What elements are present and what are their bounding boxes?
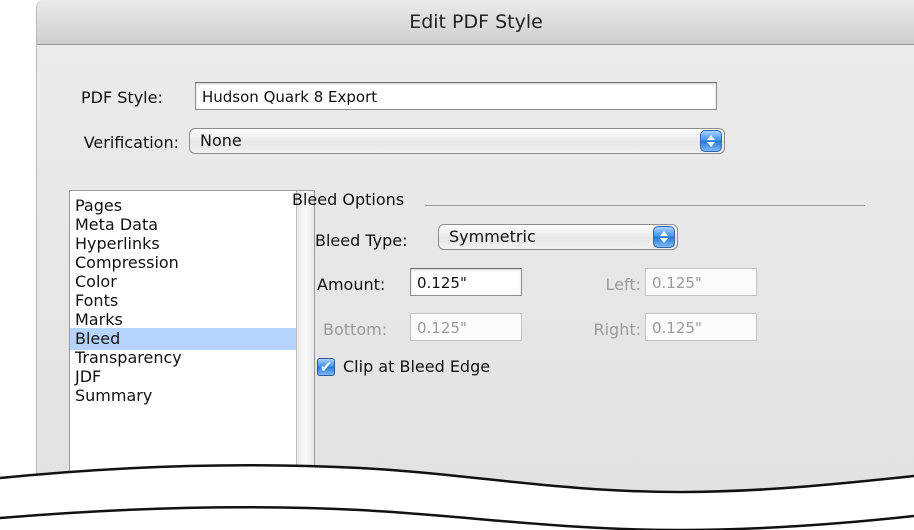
torn-edge-overlay	[0, 463, 914, 530]
